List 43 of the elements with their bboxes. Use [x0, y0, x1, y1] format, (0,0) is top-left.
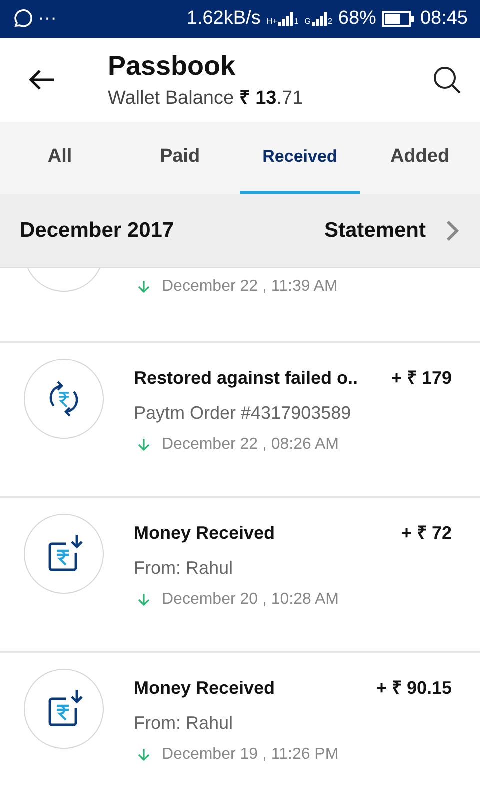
chat-app-icon	[12, 9, 32, 29]
transaction-detail: Paytm Order #4317903589	[134, 403, 352, 424]
network-speed: 1.62kB/s	[186, 8, 261, 30]
wallet-balance: Wallet Balance ₹ 13.71	[108, 86, 304, 110]
transaction-row[interactable]: Money Received + ₹ 90.15 From: Rahul December 19 , 11:26 PM	[0, 653, 480, 800]
transaction-row[interactable]: Money Received + ₹ 72 From: Rahul December 20 , 10:28 AM	[0, 498, 480, 653]
transaction-detail: From: Rahul	[134, 713, 234, 734]
filter-tab[interactable]: Added	[360, 122, 480, 194]
down-arrow-icon	[138, 593, 150, 607]
clock: 08:45	[420, 8, 468, 30]
back-arrow-icon[interactable]	[28, 68, 56, 92]
search-icon[interactable]	[432, 65, 462, 95]
battery-icon	[382, 11, 414, 27]
network-type: H+	[266, 18, 278, 26]
statement-link[interactable]: Statement	[324, 218, 460, 242]
transaction-date: December 20 , 10:28 AM	[162, 591, 339, 609]
filter-tab[interactable]: All	[0, 122, 120, 194]
more-notifications: ···	[38, 8, 57, 30]
chevron-right-icon	[446, 220, 460, 242]
signal-icon	[278, 12, 294, 26]
transaction-row[interactable]: December 22 , 11:39 AM	[0, 268, 480, 343]
network-type: G	[304, 18, 311, 26]
down-arrow-icon	[138, 438, 150, 452]
transaction-date: December 22 , 11:39 AM	[162, 278, 338, 296]
sim-number: 2	[328, 18, 332, 26]
signal-icon	[312, 12, 327, 26]
transaction-detail: From: Rahul	[134, 558, 234, 579]
transaction-amount: + ₹ 179	[391, 367, 452, 389]
down-arrow-icon	[138, 280, 150, 294]
battery-percent: 68%	[338, 8, 376, 30]
transaction-date: December 19 , 11:26 PM	[162, 746, 339, 764]
down-arrow-icon	[138, 748, 150, 762]
sim-number: 1	[294, 18, 299, 26]
transaction-title: Money Received	[134, 523, 276, 544]
filter-tab[interactable]: Paid	[120, 122, 240, 194]
month-label: December 2017	[20, 218, 176, 242]
transaction-row[interactable]: Restored against failed o.. + ₹ 179 Paytm Order #4317903589 December 22 , 08:26 AM	[0, 343, 480, 498]
page-title: Passbook	[108, 50, 237, 82]
transaction-title: Restored against failed o..	[134, 368, 358, 389]
transaction-amount: + ₹ 90.15	[376, 677, 452, 699]
transaction-title: Money Received	[134, 678, 276, 699]
transaction-amount: + ₹ 72	[401, 522, 452, 544]
transaction-date: December 22 , 08:26 AM	[162, 436, 339, 454]
